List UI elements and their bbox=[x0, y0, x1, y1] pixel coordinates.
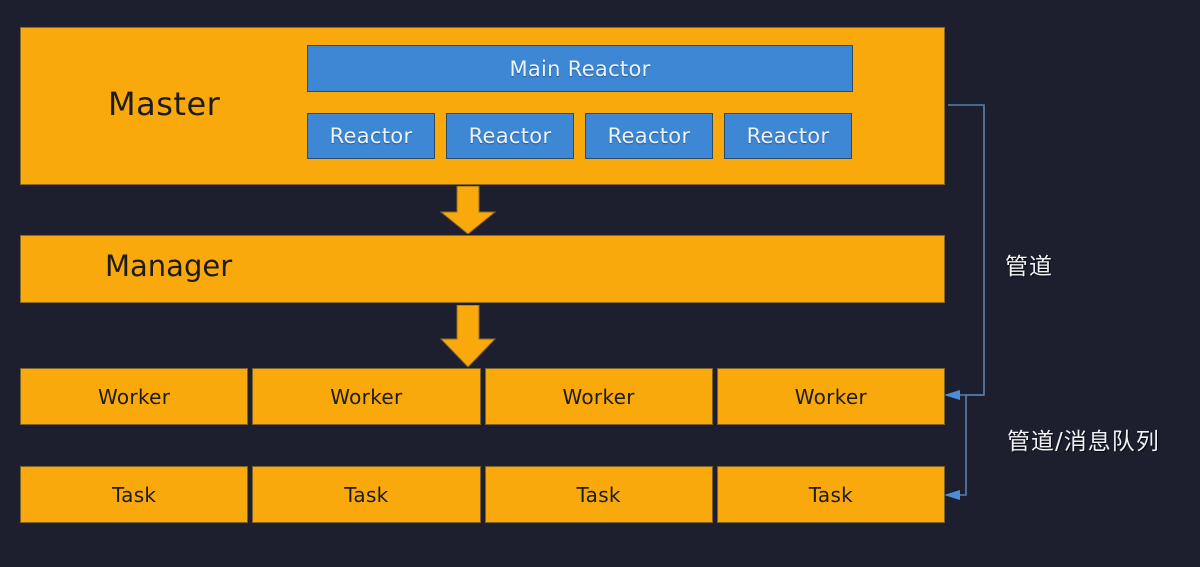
task-cell-2[interactable]: Task bbox=[252, 466, 481, 523]
pipe-message-queue-label: 管道/消息队列 bbox=[1007, 429, 1160, 455]
arrow-master-to-manager-icon bbox=[439, 186, 497, 234]
reactor-label: Reactor bbox=[329, 124, 413, 148]
reactor-box-4[interactable]: Reactor bbox=[724, 113, 852, 159]
connector-worker-to-task bbox=[960, 394, 984, 496]
worker-row: Worker Worker Worker Worker bbox=[20, 368, 945, 425]
task-cell-1[interactable]: Task bbox=[20, 466, 249, 523]
worker-label: Worker bbox=[562, 384, 635, 409]
reactor-box-3[interactable]: Reactor bbox=[585, 113, 713, 159]
main-reactor-box[interactable]: Main Reactor bbox=[307, 45, 853, 92]
diagram-canvas: Master Main Reactor Reactor Reactor Reac… bbox=[0, 0, 1200, 567]
task-label: Task bbox=[111, 482, 157, 507]
task-cell-4[interactable]: Task bbox=[716, 466, 945, 523]
reactor-label: Reactor bbox=[746, 124, 830, 148]
worker-cell-4[interactable]: Worker bbox=[716, 368, 945, 425]
reactor-box-2[interactable]: Reactor bbox=[446, 113, 574, 159]
arrow-manager-to-worker-icon bbox=[439, 305, 497, 367]
connector-master-to-worker bbox=[948, 104, 985, 396]
worker-label: Worker bbox=[330, 384, 403, 409]
worker-label: Worker bbox=[97, 384, 171, 409]
task-cell-3[interactable]: Task bbox=[484, 466, 713, 523]
master-label: Master bbox=[108, 85, 221, 123]
worker-cell-1[interactable]: Worker bbox=[20, 368, 249, 425]
worker-label: Worker bbox=[794, 384, 867, 409]
worker-cell-3[interactable]: Worker bbox=[484, 368, 713, 425]
main-reactor-label: Main Reactor bbox=[509, 56, 651, 81]
task-label: Task bbox=[344, 482, 389, 507]
pipe-label: 管道 bbox=[1005, 254, 1053, 280]
manager-label: Manager bbox=[105, 249, 233, 283]
worker-cell-2[interactable]: Worker bbox=[252, 368, 481, 425]
arrowhead-task-icon bbox=[944, 490, 960, 500]
reactor-box-1[interactable]: Reactor bbox=[307, 113, 435, 159]
arrowhead-worker-icon bbox=[944, 390, 960, 400]
task-label: Task bbox=[576, 482, 621, 507]
task-label: Task bbox=[808, 482, 854, 507]
reactor-label: Reactor bbox=[468, 124, 552, 148]
task-row: Task Task Task Task bbox=[20, 466, 945, 523]
reactor-label: Reactor bbox=[607, 124, 691, 148]
